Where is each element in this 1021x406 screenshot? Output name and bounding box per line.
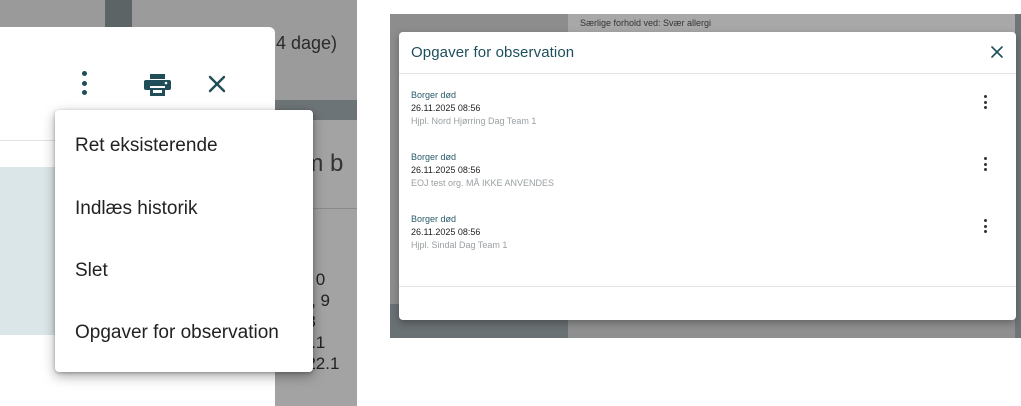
screenshot-stage: 4 dage) om b g g nr. 0 en 5, 9 2023 o 16… <box>0 0 1021 406</box>
vertical-dots-icon[interactable] <box>78 71 90 95</box>
vertical-dots-icon[interactable] <box>981 157 989 171</box>
close-icon[interactable] <box>207 74 227 94</box>
list-item[interactable]: Borger død 26.11.2025 08:56 Hjpl. Sindal… <box>411 214 1001 262</box>
task-datetime: 26.11.2025 08:56 <box>411 165 481 175</box>
list-item[interactable]: Borger død 26.11.2025 08:56 EOJ test org… <box>411 152 1001 200</box>
menu-item-observation-tasks[interactable]: Opgaver for observation <box>55 313 313 353</box>
task-datetime: 26.11.2025 08:56 <box>411 227 481 237</box>
observation-tasks-dialog: Opgaver for observation Borger død 26.11… <box>399 32 1016 320</box>
context-menu: Ret eksisterende Indlæs historik Slet Op… <box>55 110 313 372</box>
dialog-header: Opgaver for observation <box>399 32 1016 74</box>
background-special-conditions-text: Særlige forhold ved: Svær allergi <box>580 18 712 28</box>
background-days-text: 4 dage) <box>276 33 338 53</box>
vertical-dots-icon[interactable] <box>981 95 989 109</box>
close-icon[interactable] <box>990 45 1004 59</box>
task-title: Borger død <box>411 152 457 162</box>
left-panel: 4 dage) om b g g nr. 0 en 5, 9 2023 o 16… <box>0 0 357 406</box>
background-scroll-bar <box>105 0 132 28</box>
right-panel: Særlige forhold ved: Svær allergi Opgave… <box>390 14 1021 338</box>
printer-icon[interactable] <box>144 74 171 96</box>
menu-item-delete[interactable]: Slet <box>55 251 313 291</box>
task-title: Borger død <box>411 90 457 100</box>
list-item[interactable]: Borger død 26.11.2025 08:56 Hjpl. Nord H… <box>411 90 1001 138</box>
task-organization: Hjpl. Sindal Dag Team 1 <box>411 240 508 250</box>
menu-item-edit-existing[interactable]: Ret eksisterende <box>55 126 313 166</box>
task-datetime: 26.11.2025 08:56 <box>411 103 481 113</box>
menu-item-load-history[interactable]: Indlæs historik <box>55 189 313 229</box>
task-organization: EOJ test org. MÅ IKKE ANVENDES <box>411 178 555 188</box>
dialog-footer-divider <box>399 286 1016 287</box>
task-organization: Hjpl. Nord Hjørring Dag Team 1 <box>411 116 537 126</box>
vertical-dots-icon[interactable] <box>981 219 989 233</box>
background-card <box>0 0 105 28</box>
task-title: Borger død <box>411 214 457 224</box>
dialog-title: Opgaver for observation <box>411 44 575 61</box>
